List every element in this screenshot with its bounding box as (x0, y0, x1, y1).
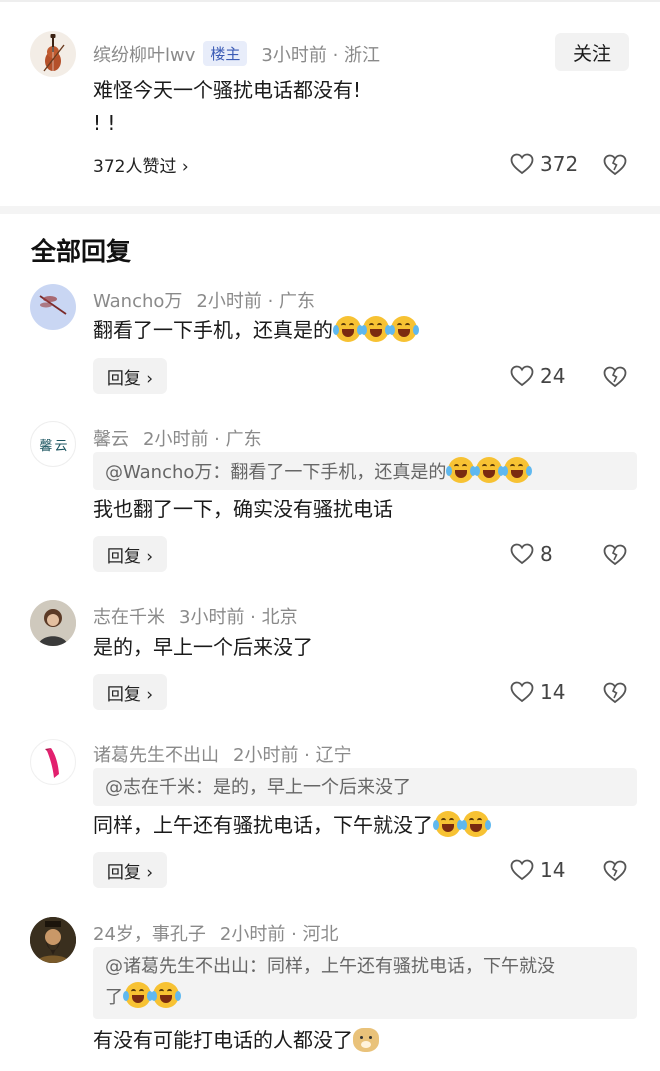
comment-2-like-button[interactable]: 8 (510, 542, 553, 566)
all-replies-title: 全部回复 (31, 237, 132, 266)
heart-outline-icon (510, 859, 534, 881)
comment-1-avatar[interactable] (30, 284, 76, 330)
broken-heart-icon (603, 860, 627, 882)
comment-3-like-count: 14 (540, 680, 566, 704)
comment-5-quote-line2-text: 了 (105, 987, 123, 1008)
comment-1-text: 翻看了一下手机，还真是的 (93, 315, 419, 345)
laugh-cry-emoji-icon (446, 457, 477, 483)
comment-3-like-button[interactable]: 14 (510, 680, 565, 704)
comment-5-meta: 24岁，事孔子 2小时前 · 河北 (93, 920, 339, 946)
comment-3-avatar[interactable] (30, 600, 76, 646)
laugh-cry-emoji-icon (151, 982, 181, 1008)
broken-heart-icon (603, 154, 627, 176)
broken-heart-icon (603, 366, 627, 388)
comment-2-time: 2小时前 · 广东 (143, 429, 262, 450)
comment-2-like-count: 8 (540, 542, 553, 566)
confucius-portrait-icon (30, 917, 76, 963)
violin-icon (43, 34, 65, 72)
op-text-line1: 难怪今天一个骚扰电话都没有! (93, 78, 362, 102)
comment-5-avatar[interactable] (30, 917, 76, 963)
laugh-cry-emoji-icon (123, 982, 153, 1008)
comment-1-reply-button[interactable]: 回复 › (93, 358, 167, 394)
comment-2-meta: 馨云 2小时前 · 广东 (93, 425, 262, 451)
section-divider (0, 206, 660, 214)
comment-5-text-body: 有没有可能打电话的人都没了 (93, 1028, 353, 1052)
comment-4-reply-button[interactable]: 回复 › (93, 852, 167, 888)
comment-4-text-body: 同样，上午还有骚扰电话，下午就没了 (93, 813, 433, 837)
comment-1-time: 2小时前 · 广东 (196, 291, 316, 312)
comment-2-text: 我也翻了一下，确实没有骚扰电话 (93, 497, 393, 521)
comment-5-time: 2小时前 · 河北 (219, 924, 339, 945)
comment-1-like-button[interactable]: 24 (510, 364, 565, 388)
original-post: 缤纷柳叶lwv 楼主 3小时前 · 浙江 关注 难怪今天一个骚扰电话都没有! ! !… (0, 0, 660, 206)
op-badge: 楼主 (203, 41, 248, 66)
op-dislike-button[interactable] (603, 154, 627, 180)
comment-2-avatar-text: 馨 云 (39, 438, 67, 454)
comment-4-like-button[interactable]: 14 (510, 858, 565, 882)
comment-2-author[interactable]: 馨云 (93, 429, 129, 450)
comment-4-author[interactable]: 诸葛先生不出山 (93, 745, 219, 766)
broken-heart-icon (603, 544, 627, 566)
comment-5-text: 有没有可能打电话的人都没了 (93, 1025, 379, 1055)
op-like-count: 372 (540, 152, 579, 176)
laugh-cry-emoji-icon (433, 811, 463, 837)
op-avatar[interactable] (30, 31, 76, 77)
comment-5-quote[interactable]: @诸葛先生不出山：同样，上午还有骚扰电话，下午就没 了 (93, 947, 637, 1019)
comment-5-quote-line1: @诸葛先生不出山：同样，上午还有骚扰电话，下午就没 (105, 956, 555, 977)
laugh-cry-emoji-icon (502, 457, 533, 483)
laugh-cry-emoji-icon (389, 316, 419, 342)
comment-1-meta: Wancho万 2小时前 · 广东 (93, 287, 315, 313)
laugh-cry-emoji-icon (333, 316, 363, 342)
laugh-cry-emoji-icon (361, 316, 391, 342)
comment-1-author[interactable]: Wancho万 (93, 291, 182, 312)
comment-4-text: 同样，上午还有骚扰电话，下午就没了 (93, 810, 491, 840)
comment-5-quote-line2: 了 (105, 982, 625, 1013)
pink-ribbon-icon (45, 748, 59, 778)
comment-2-quote-text: @Wancho万：翻看了一下手机，还真是的 (105, 462, 447, 483)
heart-outline-icon (510, 543, 534, 565)
comment-4-quote[interactable]: @志在千米：是的，早上一个后来没了 (93, 768, 637, 806)
comment-3-dislike-button[interactable] (603, 682, 627, 708)
laugh-cry-emoji-icon (474, 457, 505, 483)
heart-outline-icon (510, 681, 534, 703)
comment-1-like-count: 24 (540, 364, 566, 388)
comment-3-reply-button[interactable]: 回复 › (93, 674, 167, 710)
likers-link[interactable]: 372人赞过 › (93, 152, 189, 177)
comment-2-dislike-button[interactable] (603, 544, 627, 570)
comment-4-time: 2小时前 · 辽宁 (233, 745, 352, 766)
comment-2-quote[interactable]: @Wancho万：翻看了一下手机，还真是的 (93, 452, 637, 490)
comment-1-text-body: 翻看了一下手机，还真是的 (93, 318, 333, 342)
doge-emoji-icon (353, 1028, 379, 1052)
comment-4-avatar[interactable] (30, 739, 76, 785)
comment-3-meta: 志在千米 3小时前 · 北京 (93, 603, 298, 629)
dragonfly-icon (39, 295, 67, 315)
comment-2-avatar[interactable]: 馨 云 (30, 421, 76, 467)
op-time: 3小时前 · 浙江 (261, 45, 381, 66)
follow-button[interactable]: 关注 (555, 33, 629, 71)
person-photo-icon (30, 600, 76, 646)
comment-4-meta: 诸葛先生不出山 2小时前 · 辽宁 (93, 741, 352, 767)
comment-3-text: 是的，早上一个后来没了 (93, 635, 313, 659)
comment-1-dislike-button[interactable] (603, 366, 627, 392)
heart-outline-icon (510, 365, 534, 387)
comment-3-time: 3小时前 · 北京 (179, 607, 298, 628)
laugh-cry-emoji-icon (461, 811, 491, 837)
comment-2-reply-button[interactable]: 回复 › (93, 536, 167, 572)
comment-4-dislike-button[interactable] (603, 860, 627, 886)
op-author[interactable]: 缤纷柳叶lwv (93, 45, 195, 66)
comment-4-like-count: 14 (540, 858, 566, 882)
broken-heart-icon (603, 682, 627, 704)
op-text-line2: ! ! (93, 111, 116, 135)
op-like-button[interactable]: 372 (510, 152, 578, 176)
comment-3-author[interactable]: 志在千米 (93, 607, 165, 628)
comment-5-author[interactable]: 24岁，事孔子 (93, 924, 206, 945)
op-meta: 缤纷柳叶lwv 楼主 3小时前 · 浙江 (93, 41, 380, 67)
heart-outline-icon (510, 153, 534, 175)
